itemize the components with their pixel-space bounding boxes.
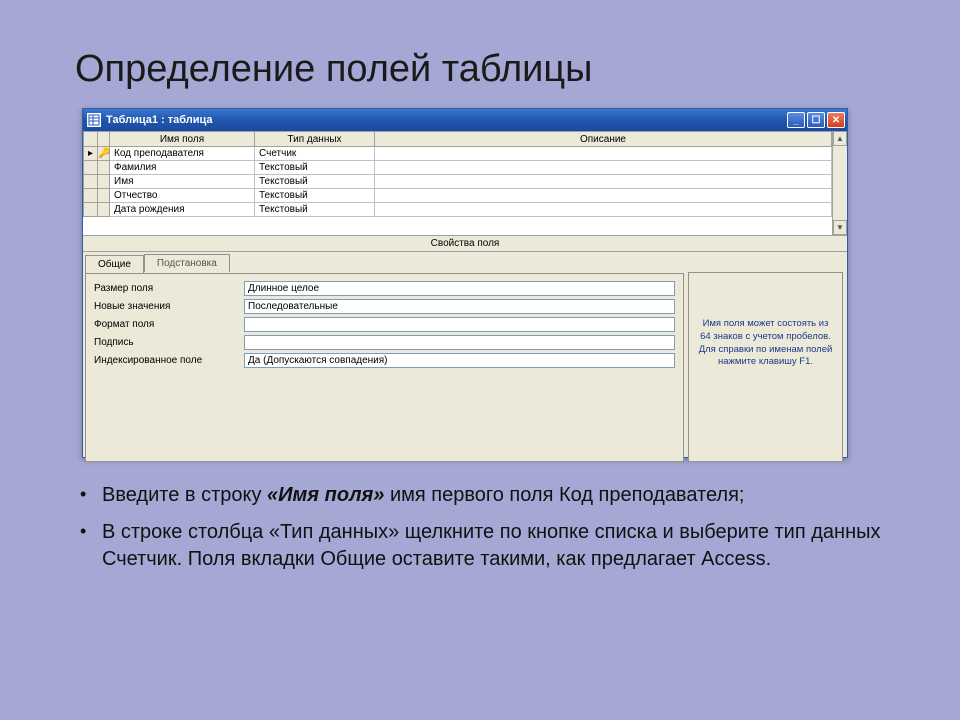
bullet-item: В строке столбца «Тип данных» щелкните п… (72, 519, 900, 573)
property-value[interactable]: Да (Допускаются совпадения) (244, 353, 675, 368)
data-type-cell[interactable]: Текстовый (255, 189, 375, 203)
field-name-cell[interactable]: Код преподавателя (110, 147, 255, 161)
vertical-scrollbar[interactable]: ▲ ▼ (832, 131, 847, 235)
minimize-button[interactable]: _ (787, 112, 805, 128)
maximize-button[interactable]: ☐ (807, 112, 825, 128)
property-label: Размер поля (94, 283, 244, 294)
properties-panel: Общие Подстановка Размер поля Длинное це… (85, 254, 688, 464)
field-grid: Имя поля Тип данных Описание ▸ 🔑 Код пре… (83, 131, 847, 236)
property-row[interactable]: Индексированное поле Да (Допускаются сов… (94, 352, 675, 368)
primary-key-icon: 🔑 (98, 147, 110, 161)
table-row[interactable]: Дата рождения Текстовый (84, 203, 847, 217)
table-row[interactable]: Отчество Текстовый (84, 189, 847, 203)
col-field-name[interactable]: Имя поля (110, 132, 255, 147)
property-value[interactable]: Последовательные (244, 299, 675, 314)
col-data-type[interactable]: Тип данных (255, 132, 375, 147)
data-type-cell[interactable]: Текстовый (255, 203, 375, 217)
title-bar[interactable]: Таблица1 : таблица _ ☐ ✕ (83, 109, 847, 131)
table-icon (87, 113, 101, 127)
property-label: Формат поля (94, 319, 244, 330)
property-row[interactable]: Подпись (94, 334, 675, 350)
table-row[interactable]: Фамилия Текстовый (84, 161, 847, 175)
field-name-cell[interactable]: Фамилия (110, 161, 255, 175)
data-type-cell[interactable]: Счетчик (255, 147, 375, 161)
table-row[interactable]: ▸ 🔑 Код преподавателя Счетчик (84, 147, 847, 161)
row-selector[interactable] (84, 203, 98, 217)
property-label: Новые значения (94, 301, 244, 312)
row-selector[interactable]: ▸ (84, 147, 98, 161)
table-row[interactable]: Имя Текстовый (84, 175, 847, 189)
description-cell[interactable] (375, 203, 832, 217)
hint-panel: Имя поля может состоять из 64 знаков с у… (688, 272, 843, 462)
properties-header: Свойства поля (83, 236, 847, 252)
access-design-window: Таблица1 : таблица _ ☐ ✕ Имя поля Тип да… (82, 108, 848, 458)
property-value[interactable] (244, 335, 675, 350)
close-button[interactable]: ✕ (827, 112, 845, 128)
key-header (98, 132, 110, 147)
property-value[interactable] (244, 317, 675, 332)
field-name-cell[interactable]: Отчество (110, 189, 255, 203)
slide-title: Определение полей таблицы (0, 0, 960, 99)
row-selector[interactable] (84, 189, 98, 203)
field-name-cell[interactable]: Имя (110, 175, 255, 189)
field-name-cell[interactable]: Дата рождения (110, 203, 255, 217)
tab-lookup[interactable]: Подстановка (144, 254, 230, 272)
window-title: Таблица1 : таблица (106, 114, 787, 126)
description-cell[interactable] (375, 189, 832, 203)
property-row[interactable]: Размер поля Длинное целое (94, 280, 675, 296)
description-cell[interactable] (375, 161, 832, 175)
description-cell[interactable] (375, 175, 832, 189)
scroll-up-button[interactable]: ▲ (833, 131, 847, 146)
slide-bullets: Введите в строку «Имя поля» имя первого … (72, 482, 900, 583)
tab-general[interactable]: Общие (85, 255, 144, 273)
tab-content-general: Размер поля Длинное целое Новые значения… (85, 273, 684, 462)
scroll-down-button[interactable]: ▼ (833, 220, 847, 235)
property-row[interactable]: Новые значения Последовательные (94, 298, 675, 314)
property-label: Подпись (94, 337, 244, 348)
row-selector[interactable] (84, 175, 98, 189)
property-label: Индексированное поле (94, 355, 244, 366)
col-description[interactable]: Описание (375, 132, 832, 147)
description-cell[interactable] (375, 147, 832, 161)
bullet-item: Введите в строку «Имя поля» имя первого … (72, 482, 900, 509)
property-value[interactable]: Длинное целое (244, 281, 675, 296)
data-type-cell[interactable]: Текстовый (255, 161, 375, 175)
property-row[interactable]: Формат поля (94, 316, 675, 332)
row-selector-header (84, 132, 98, 147)
row-selector[interactable] (84, 161, 98, 175)
scroll-track[interactable] (833, 146, 847, 220)
data-type-cell[interactable]: Текстовый (255, 175, 375, 189)
